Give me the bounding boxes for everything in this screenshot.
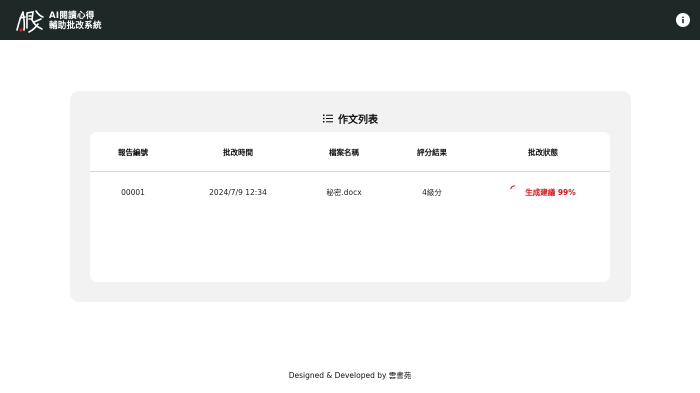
column-header-file-name[interactable]: 檔案名稱 xyxy=(300,132,388,172)
table-row[interactable]: 00001 2024/7/9 12:34 秘密.docx 4級分 生成建議 99… xyxy=(90,172,610,212)
status-text: 生成建議 99% xyxy=(525,187,576,197)
app-title: AI閱讀心得 輔助批改系統 xyxy=(49,11,102,31)
top-bar: AI閱讀心得 輔助批改系統 xyxy=(0,0,700,40)
grading-time-cell: 2024/7/9 12:34 xyxy=(209,187,267,197)
info-icon xyxy=(682,16,684,24)
status-cell: 生成建議 99% xyxy=(476,172,610,212)
panel-title: 作文列表 xyxy=(70,111,631,126)
footer-credit: Designed & Developed by 雲書苑 xyxy=(288,371,412,380)
panel-title-text: 作文列表 xyxy=(338,114,378,126)
report-id-cell: 00001 xyxy=(121,187,145,197)
essay-table: 報告編號 批改時間 檔案名稱 評分結果 批改狀態 00001 2024/7/9 … xyxy=(90,132,610,282)
file-name-cell[interactable]: 秘密.docx xyxy=(300,172,388,212)
column-header-status[interactable]: 批改狀態 xyxy=(476,132,610,172)
app-logo[interactable] xyxy=(14,8,46,34)
column-header-score[interactable]: 評分結果 xyxy=(388,132,476,172)
table-header: 報告編號 批改時間 檔案名稱 評分結果 批改狀態 xyxy=(90,132,610,172)
info-button[interactable] xyxy=(676,13,690,27)
loading-spinner-icon xyxy=(510,184,516,189)
app-title-line1: AI閱讀心得 xyxy=(49,11,95,21)
app-title-line2: 輔助批改系統 xyxy=(49,21,102,31)
column-header-report-id[interactable]: 報告編號 xyxy=(90,132,176,172)
column-header-grading-time[interactable]: 批改時間 xyxy=(176,132,300,172)
score-cell: 4級分 xyxy=(422,187,442,197)
list-icon xyxy=(323,114,333,122)
essay-list-panel: 作文列表 報告編號 批改時間 檔案名稱 評分結果 批改狀態 00001 2024… xyxy=(70,91,631,302)
